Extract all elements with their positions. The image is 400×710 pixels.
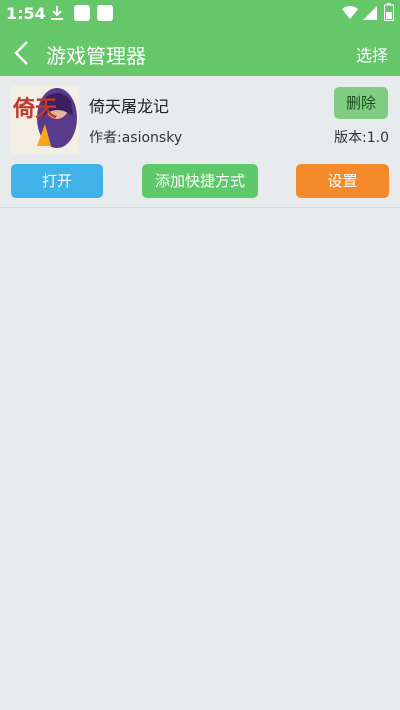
game-cover-art: 倚天	[11, 86, 79, 154]
status-time: 1:54	[6, 4, 46, 23]
wifi-icon	[342, 6, 358, 19]
app-bar: 游戏管理器 选择	[0, 28, 400, 76]
status-bar: 1:54	[0, 0, 400, 28]
add-shortcut-button[interactable]: 添加快捷方式	[142, 164, 258, 198]
battery-icon	[384, 3, 394, 21]
page-title: 游戏管理器	[46, 44, 146, 68]
delete-button[interactable]: 删除	[334, 87, 388, 119]
select-button[interactable]: 选择	[356, 42, 388, 66]
game-name: 倚天屠龙记	[89, 97, 170, 116]
signal-icon	[363, 6, 377, 20]
open-button[interactable]: 打开	[11, 164, 103, 198]
game-author: 作者:asionsky	[89, 130, 183, 146]
settings-button[interactable]: 设置	[296, 164, 389, 198]
empty-content-area	[0, 208, 400, 710]
download-icon	[51, 6, 63, 20]
notification-square-icon	[74, 5, 90, 21]
game-card: 倚天 倚天屠龙记 作者:asionsky 版本:1.0 删除 打开 添加快捷方式…	[0, 76, 400, 208]
game-icon[interactable]: 倚天	[11, 86, 79, 154]
game-version: 版本:1.0	[334, 130, 389, 146]
back-arrow-icon[interactable]	[6, 36, 40, 70]
notification-square-icon	[97, 5, 113, 21]
top-bar: 1:54 游戏管理器 选择	[0, 0, 400, 76]
game-icon-title: 倚天	[12, 97, 58, 122]
